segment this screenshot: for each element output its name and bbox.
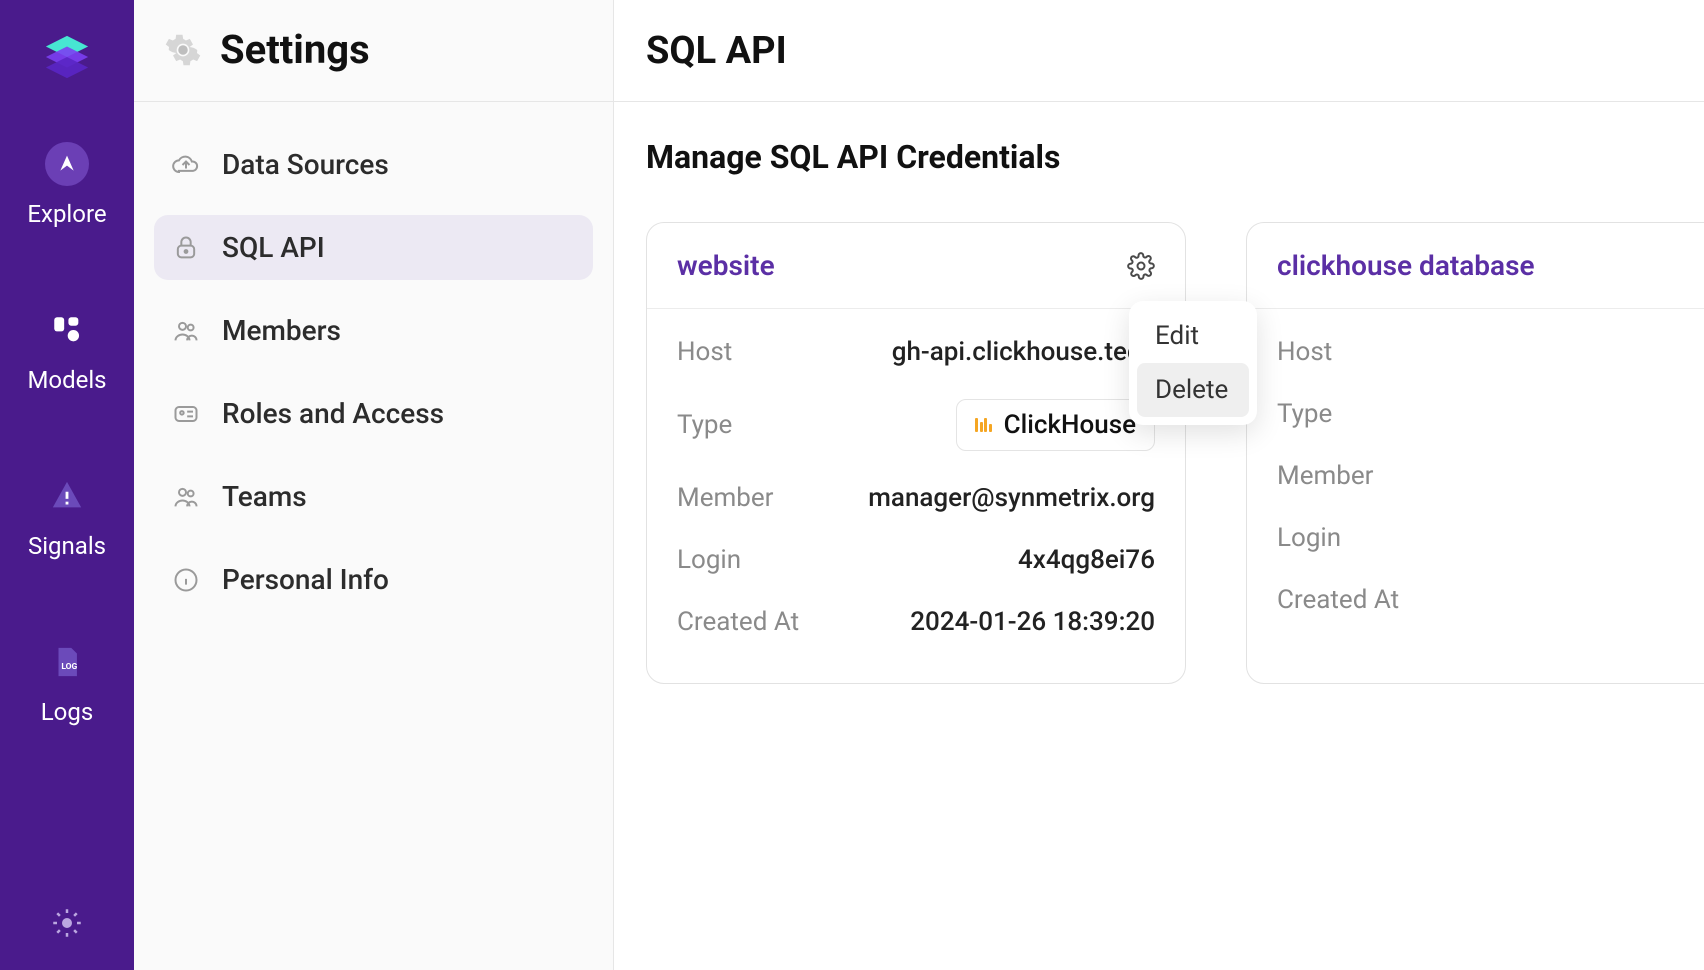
- field-value: gh-api.clickhouse.tech: [892, 337, 1155, 367]
- settings-item-members[interactable]: Members: [154, 298, 593, 363]
- nav-item-label: Signals: [28, 532, 106, 560]
- card-actions-menu: Edit Delete: [1129, 301, 1257, 425]
- field-label: Created At: [1277, 585, 1399, 615]
- lock-icon: [172, 234, 200, 262]
- nav-item-models[interactable]: Models: [0, 308, 134, 394]
- type-value: ClickHouse: [1004, 410, 1136, 440]
- nav-item-label: Logs: [41, 698, 93, 726]
- field-login: Login: [1277, 507, 1704, 569]
- clickhouse-icon: [975, 418, 992, 432]
- app-logo: [32, 22, 102, 92]
- field-login: Login 4x4qg8ei76: [677, 529, 1155, 591]
- field-value: 2024-01-26 18:39:20: [910, 607, 1155, 637]
- card-settings-button[interactable]: [1127, 252, 1155, 280]
- info-icon: [172, 566, 200, 594]
- main-header: SQL API: [614, 0, 1704, 102]
- settings-item-label: Teams: [222, 480, 307, 513]
- settings-item-label: SQL API: [222, 231, 325, 264]
- id-card-icon: [172, 400, 200, 428]
- field-label: Login: [677, 545, 741, 575]
- alert-icon: [45, 474, 89, 518]
- field-value: 4x4qg8ei76: [1018, 545, 1155, 575]
- field-value: manager@synmetrix.org: [868, 483, 1155, 513]
- settings-item-label: Data Sources: [222, 148, 389, 181]
- settings-list: Data Sources SQL API Members Roles and A…: [134, 102, 613, 642]
- page-subtitle: Manage SQL API Credentials: [646, 138, 1672, 176]
- field-label: Member: [1277, 461, 1373, 491]
- credential-card: clickhouse database Host Type Member: [1246, 222, 1704, 684]
- nav-item-explore[interactable]: Explore: [0, 142, 134, 228]
- gear-icon: [164, 31, 202, 69]
- card-header: clickhouse database: [1247, 223, 1704, 309]
- credential-cards: website Edit Delete Host: [646, 222, 1672, 684]
- settings-sidebar: Settings Data Sources SQL API Members R: [134, 0, 614, 970]
- members-icon: [172, 317, 200, 345]
- field-label: Type: [677, 410, 732, 440]
- field-host: Host: [1277, 321, 1704, 383]
- settings-item-roles[interactable]: Roles and Access: [154, 381, 593, 446]
- field-type: Type ClickHouse: [677, 383, 1155, 467]
- nav-item-logs[interactable]: LOG Logs: [0, 640, 134, 726]
- settings-item-teams[interactable]: Teams: [154, 464, 593, 529]
- nav-rail: Explore Models Signals LOG: [0, 0, 134, 970]
- compass-icon: [45, 142, 89, 186]
- settings-item-label: Members: [222, 314, 341, 347]
- card-title: website: [677, 249, 775, 282]
- teams-icon: [172, 483, 200, 511]
- menu-item-delete[interactable]: Delete: [1137, 363, 1249, 417]
- settings-item-data-sources[interactable]: Data Sources: [154, 132, 593, 197]
- field-label: Host: [1277, 337, 1332, 367]
- field-label: Type: [1277, 399, 1332, 429]
- field-type: Type: [1277, 383, 1704, 445]
- nav-item-label: Models: [27, 366, 106, 394]
- settings-item-label: Personal Info: [222, 563, 389, 596]
- settings-item-personal-info[interactable]: Personal Info: [154, 547, 593, 612]
- svg-text:LOG: LOG: [61, 662, 77, 672]
- models-icon: [45, 308, 89, 352]
- type-pill: ClickHouse: [956, 399, 1155, 451]
- menu-item-edit[interactable]: Edit: [1137, 309, 1249, 363]
- main-body: Manage SQL API Credentials website Edit: [614, 102, 1704, 720]
- log-file-icon: LOG: [45, 640, 89, 684]
- nav-settings-button[interactable]: [50, 906, 84, 940]
- card-body: Host gh-api.clickhouse.tech Type ClickHo…: [647, 309, 1185, 683]
- settings-title: Settings: [220, 26, 370, 73]
- settings-item-sql-api[interactable]: SQL API: [154, 215, 593, 280]
- field-label: Member: [677, 483, 773, 513]
- nav-item-signals[interactable]: Signals: [0, 474, 134, 560]
- field-label: Login: [1277, 523, 1341, 553]
- cloud-upload-icon: [172, 151, 200, 179]
- page-title: SQL API: [646, 29, 787, 73]
- gear-icon: [52, 908, 82, 938]
- field-member: Member: [1277, 445, 1704, 507]
- field-created-at: Created At 2024-01-26 18:39:20: [677, 591, 1155, 653]
- main-content: SQL API Manage SQL API Credentials websi…: [614, 0, 1704, 970]
- nav-item-label: Explore: [27, 200, 106, 228]
- gear-icon: [1127, 252, 1155, 280]
- field-host: Host gh-api.clickhouse.tech: [677, 321, 1155, 383]
- settings-header: Settings: [134, 0, 613, 102]
- card-body: Host Type Member Login: [1247, 309, 1704, 661]
- settings-item-label: Roles and Access: [222, 397, 444, 430]
- field-member: Member manager@synmetrix.org: [677, 467, 1155, 529]
- field-created-at: Created At: [1277, 569, 1704, 631]
- credential-card: website Edit Delete Host: [646, 222, 1186, 684]
- card-title: clickhouse database: [1277, 249, 1535, 282]
- field-label: Created At: [677, 607, 799, 637]
- field-label: Host: [677, 337, 732, 367]
- card-header: website: [647, 223, 1185, 309]
